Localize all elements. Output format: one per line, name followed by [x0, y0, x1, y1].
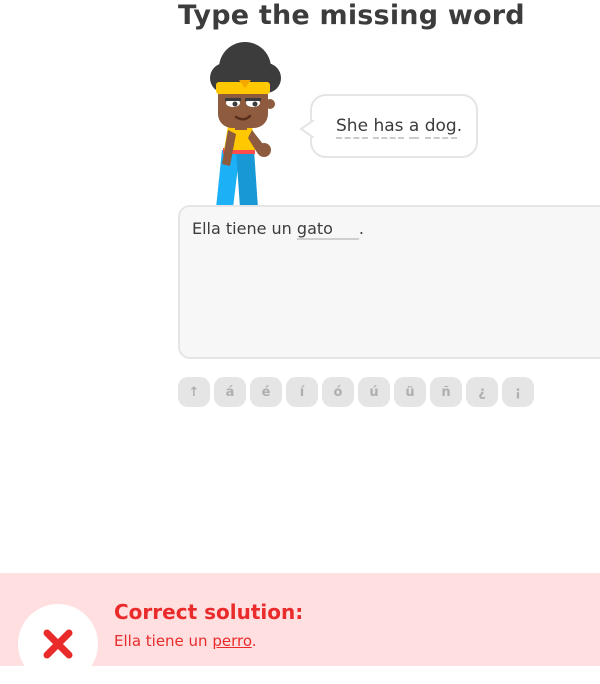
answer-suffix: . — [358, 219, 364, 238]
prompt-word[interactable]: has — [373, 116, 404, 139]
key-inverted-question[interactable]: ¿ — [466, 377, 498, 407]
close-icon — [43, 629, 73, 659]
key-u-acute[interactable]: ú — [358, 377, 390, 407]
answer-sentence: Ella tiene un gato. — [192, 219, 364, 240]
prompt-word[interactable]: She — [336, 116, 369, 139]
key-u-umlaut[interactable]: ü — [394, 377, 426, 407]
solution-suffix: . — [251, 632, 257, 650]
bubble-tail-icon — [300, 120, 314, 138]
shift-key[interactable]: ↑ — [178, 377, 210, 407]
prompt-punctuation: . — [456, 116, 463, 136]
answer-prefix: Ella tiene un — [192, 219, 292, 238]
key-a-acute[interactable]: á — [214, 377, 246, 407]
solution-prefix: Ella tiene un — [114, 632, 208, 650]
prompt-word[interactable]: dog — [424, 116, 457, 139]
character-illustration — [200, 38, 295, 208]
missing-word-input[interactable]: gato — [296, 219, 359, 240]
key-n-tilde[interactable]: ñ — [430, 377, 462, 407]
incorrect-badge — [18, 604, 98, 684]
prompt-sentence: She has a dog. — [336, 116, 463, 139]
key-o-acute[interactable]: ó — [322, 377, 354, 407]
key-i-acute[interactable]: í — [286, 377, 318, 407]
feedback-title: Correct solution: — [114, 600, 304, 624]
page-title: Type the missing word — [178, 0, 525, 31]
typed-answer: gato — [296, 219, 333, 238]
special-character-keyboard: ↑ á é í ó ú ü ñ ¿ ¡ — [178, 377, 534, 407]
solution-word[interactable]: perro — [212, 632, 251, 650]
key-e-acute[interactable]: é — [250, 377, 282, 407]
feedback-banner: Correct solution: Ella tiene un perro. — [0, 573, 600, 684]
correct-solution-text: Ella tiene un perro. — [114, 632, 257, 650]
speech-bubble: She has a dog. — [300, 94, 478, 158]
answer-box[interactable]: Ella tiene un gato. — [178, 205, 600, 359]
prompt-word[interactable]: a — [408, 116, 420, 139]
key-inverted-exclamation[interactable]: ¡ — [502, 377, 534, 407]
